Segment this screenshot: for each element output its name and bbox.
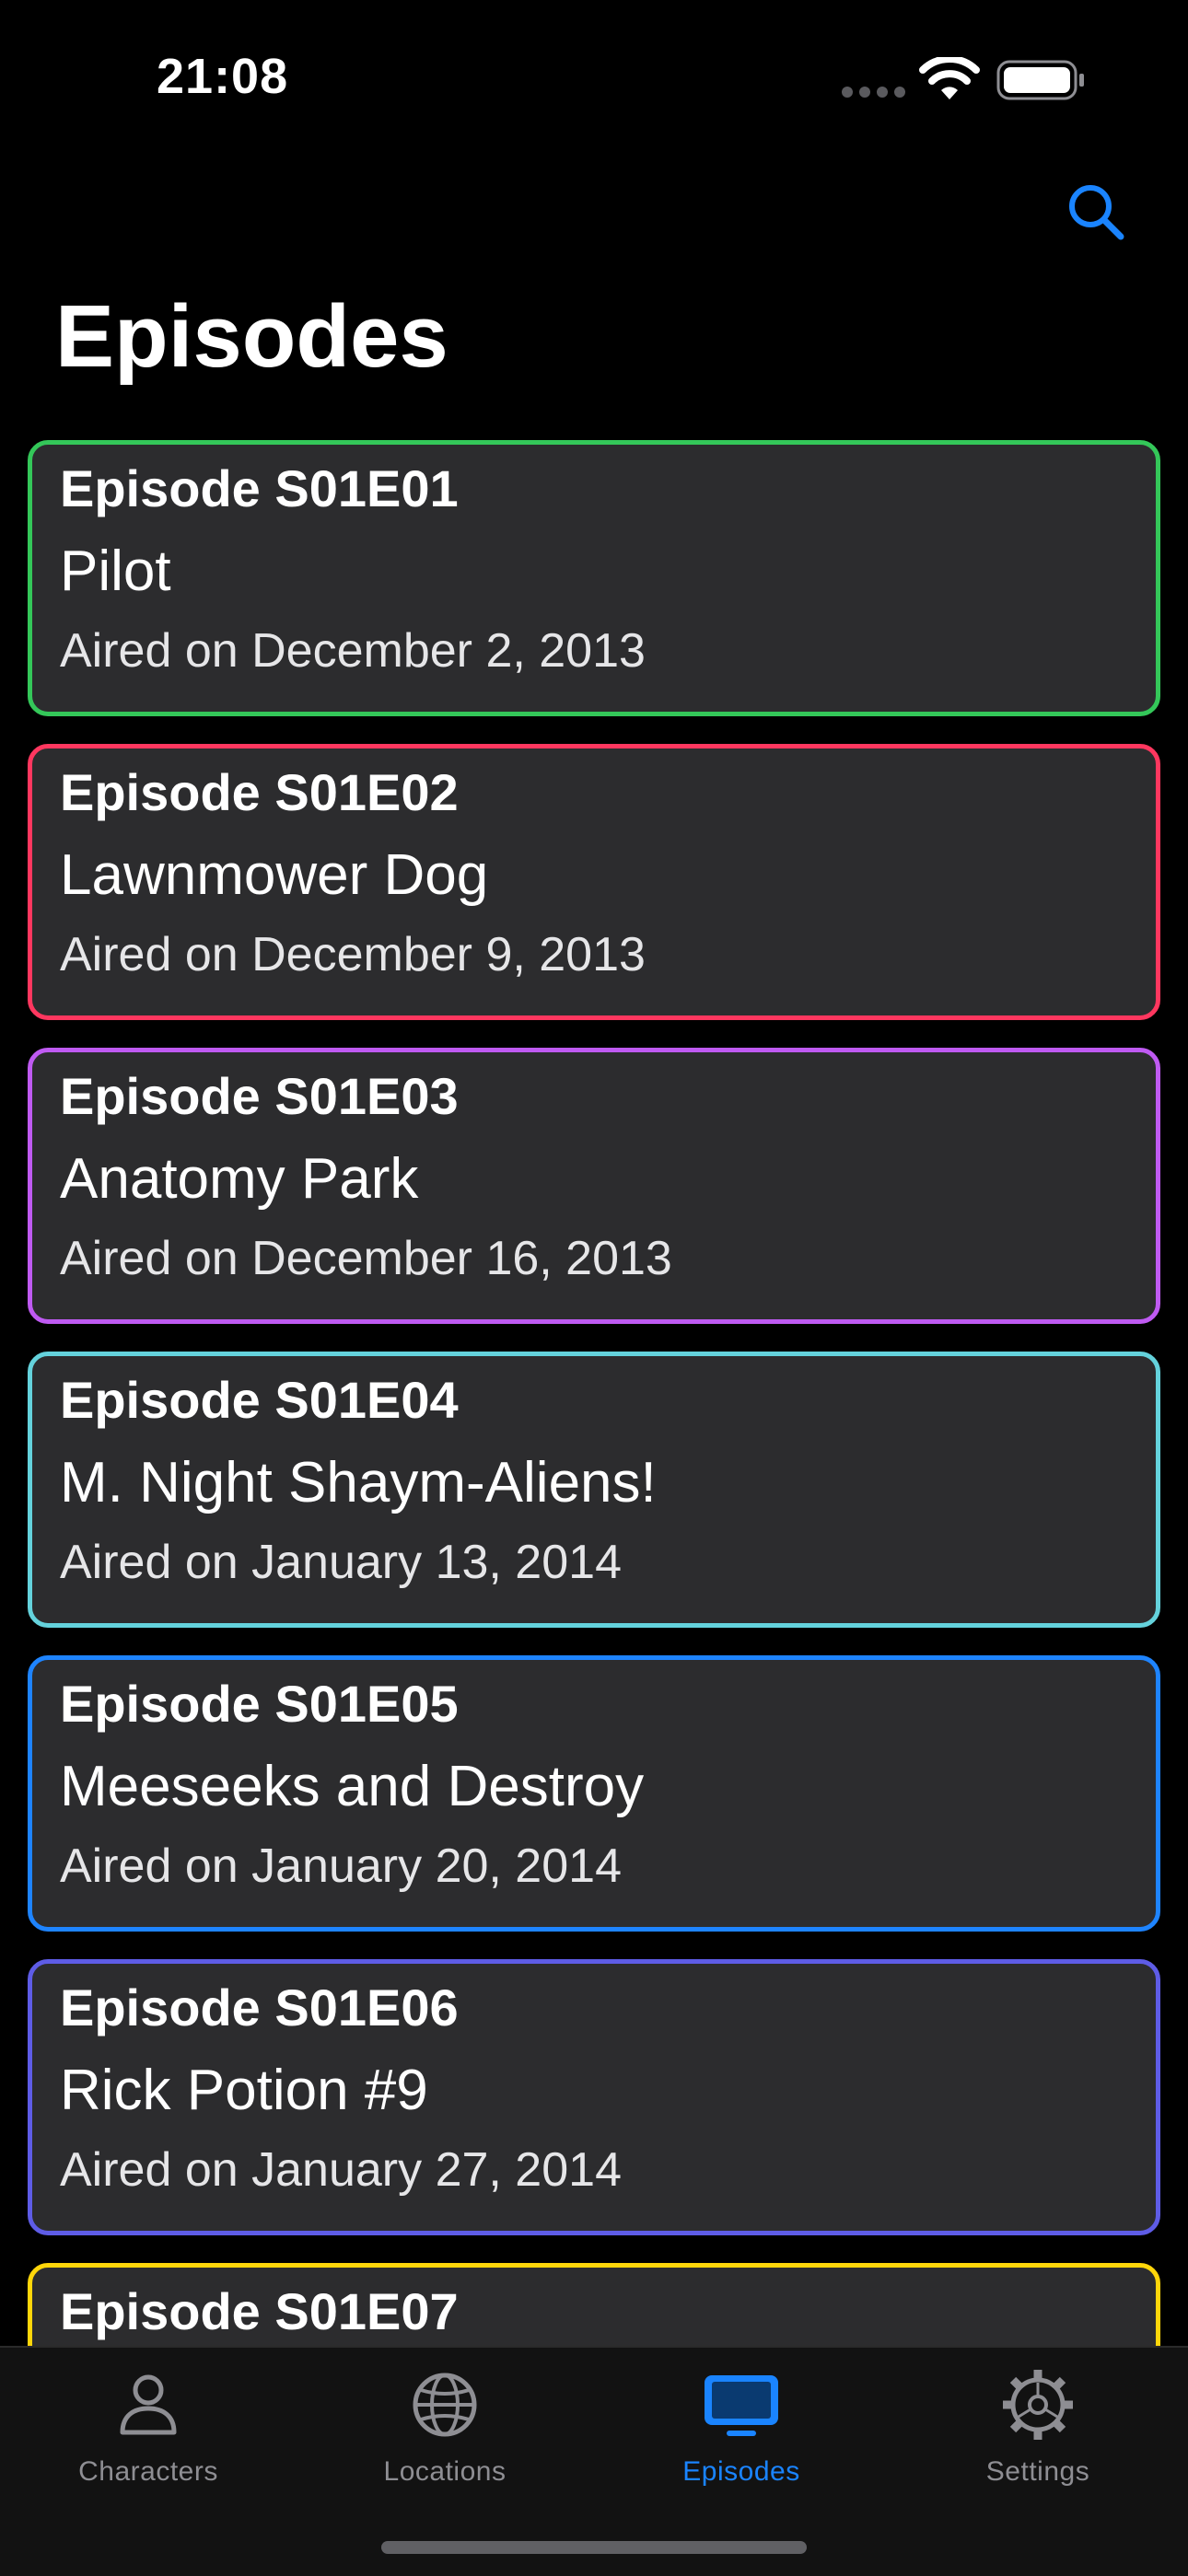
episode-name: M. Night Shaym-Aliens! — [60, 1451, 657, 1514]
tab-bar: Characters Locations Episodes Settings — [0, 2346, 1188, 2576]
home-indicator — [381, 2541, 807, 2554]
episode-card[interactable]: Episode S01E04 M. Night Shaym-Aliens! Ai… — [28, 1352, 1160, 1628]
episode-code: Episode S01E05 — [60, 1675, 459, 1733]
search-icon — [1069, 185, 1124, 240]
episode-air-date: Aired on January 13, 2014 — [60, 1536, 622, 1589]
globe-icon — [413, 2373, 477, 2437]
search-button[interactable] — [1059, 175, 1133, 249]
episode-air-date: Aired on January 20, 2014 — [60, 1839, 622, 1893]
episode-name: Meeseeks and Destroy — [60, 1755, 645, 1818]
episode-name: Rick Potion #9 — [60, 2059, 428, 2122]
tab-locations[interactable]: Locations — [297, 2348, 593, 2513]
episode-card[interactable]: Episode S01E05 Meeseeks and Destroy Aire… — [28, 1655, 1160, 1932]
episode-code: Episode S01E02 — [60, 763, 459, 821]
signal-dots-icon — [842, 87, 905, 98]
tab-characters[interactable]: Characters — [0, 2348, 297, 2513]
page-title: Episodes — [55, 287, 448, 386]
episode-code: Episode S01E01 — [60, 459, 459, 517]
battery-icon — [996, 60, 1084, 100]
tab-label: Locations — [383, 2456, 507, 2487]
episode-air-date: Aired on December 2, 2013 — [60, 624, 646, 678]
episode-code: Episode S01E06 — [60, 1978, 459, 2036]
episode-air-date: Aired on January 27, 2014 — [60, 2143, 622, 2197]
episode-name: Pilot — [60, 540, 171, 603]
episode-card[interactable]: Episode S01E07 — [28, 2263, 1160, 2346]
episode-code: Episode S01E07 — [60, 2282, 459, 2340]
episode-card[interactable]: Episode S01E03 Anatomy Park Aired on Dec… — [28, 1048, 1160, 1324]
tab-episodes[interactable]: Episodes — [593, 2348, 890, 2513]
status-bar: 21:08 — [0, 0, 1188, 147]
episode-code: Episode S01E04 — [60, 1371, 459, 1429]
gear-icon — [1003, 2370, 1073, 2440]
episode-list[interactable]: Episode S01E01 Pilot Aired on December 2… — [28, 440, 1160, 2346]
wifi-icon — [919, 57, 980, 99]
tab-settings[interactable]: Settings — [890, 2348, 1186, 2513]
tv-icon — [705, 2375, 778, 2436]
episode-name: Lawnmower Dog — [60, 843, 489, 907]
status-time: 21:08 — [157, 49, 289, 104]
episode-card[interactable]: Episode S01E01 Pilot Aired on December 2… — [28, 440, 1160, 716]
tab-label: Episodes — [682, 2456, 800, 2487]
tab-label: Characters — [78, 2456, 218, 2487]
tab-label: Settings — [985, 2456, 1090, 2487]
episode-name: Anatomy Park — [60, 1147, 419, 1211]
episode-card[interactable]: Episode S01E02 Lawnmower Dog Aired on De… — [28, 744, 1160, 1020]
episode-air-date: Aired on December 9, 2013 — [60, 928, 646, 981]
episode-card[interactable]: Episode S01E06 Rick Potion #9 Aired on J… — [28, 1959, 1160, 2235]
person-icon — [120, 2374, 177, 2435]
episode-air-date: Aired on December 16, 2013 — [60, 1232, 672, 1285]
episode-code: Episode S01E03 — [60, 1067, 459, 1125]
